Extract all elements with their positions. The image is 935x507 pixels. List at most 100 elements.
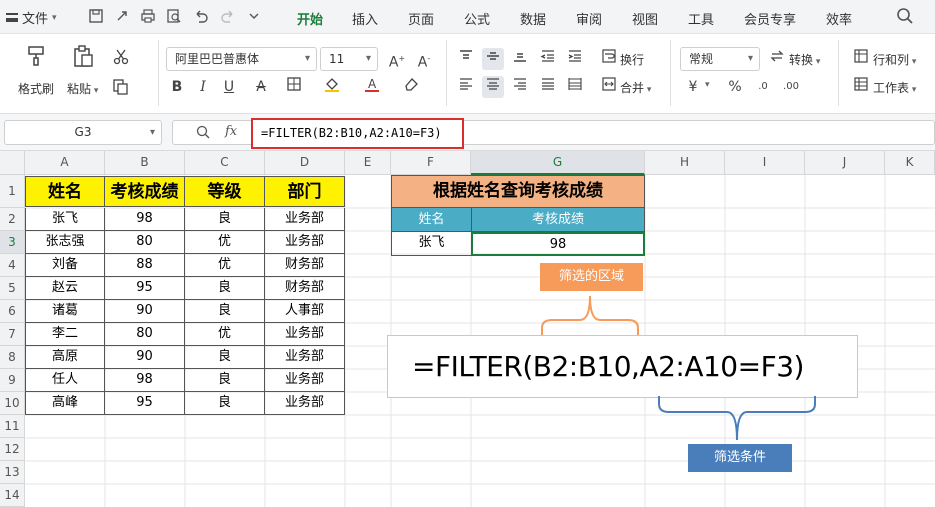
tab-insert[interactable]: 插入: [352, 9, 378, 28]
paste-icon[interactable]: [71, 44, 95, 68]
percent-icon[interactable]: %: [724, 76, 746, 98]
column-header-h[interactable]: H: [645, 151, 725, 175]
table-cell-grade[interactable]: 良: [185, 346, 265, 369]
file-menu[interactable]: 文件 ▾: [6, 8, 57, 27]
merge-button[interactable]: 合并 ▾: [620, 79, 651, 96]
lookup-score-header[interactable]: 考核成绩: [472, 208, 645, 232]
fill-color-icon[interactable]: [321, 76, 343, 98]
format-painter-icon[interactable]: [24, 44, 48, 68]
increase-indent-icon[interactable]: [564, 48, 586, 70]
align-right-icon[interactable]: [509, 76, 531, 98]
wrap-text-button[interactable]: 换行: [620, 51, 644, 68]
row-header-11[interactable]: 11: [0, 415, 25, 438]
table-cell-score[interactable]: 95: [105, 277, 185, 300]
table-cell-score[interactable]: 88: [105, 254, 185, 277]
row-header-6[interactable]: 6: [0, 300, 25, 323]
table-cell-grade[interactable]: 优: [185, 254, 265, 277]
tab-home[interactable]: 开始: [297, 9, 324, 36]
row-col-button[interactable]: 行和列 ▾: [873, 51, 916, 68]
table-cell-score[interactable]: 90: [105, 346, 185, 369]
lookup-title[interactable]: 根据姓名查询考核成绩: [391, 175, 645, 208]
row-header-9[interactable]: 9: [0, 369, 25, 392]
row-header-2[interactable]: 2: [0, 208, 25, 231]
table-cell-score[interactable]: 95: [105, 392, 185, 415]
paste-button[interactable]: 粘贴 ▾: [67, 80, 98, 97]
row-header-7[interactable]: 7: [0, 323, 25, 346]
font-size-select[interactable]: 11 ▾: [320, 47, 378, 71]
align-center-icon[interactable]: [482, 76, 504, 98]
table-cell-name[interactable]: 高原: [25, 346, 105, 369]
worksheet-button[interactable]: 工作表 ▾: [873, 79, 916, 96]
row-header-1[interactable]: 1: [0, 175, 25, 208]
table-cell-dept[interactable]: 财务部: [265, 277, 345, 300]
lookup-name-header[interactable]: 姓名: [391, 208, 472, 232]
table-cell-score[interactable]: 98: [105, 369, 185, 392]
table-cell-score[interactable]: 80: [105, 323, 185, 346]
fx-icon[interactable]: fx: [225, 124, 237, 139]
convert-icon[interactable]: [766, 48, 788, 70]
row-header-5[interactable]: 5: [0, 277, 25, 300]
number-format-select[interactable]: 常规 ▾: [680, 47, 760, 71]
merge-icon[interactable]: [598, 76, 620, 98]
distributed-align-icon[interactable]: [564, 76, 586, 98]
wrap-text-icon[interactable]: [598, 48, 620, 70]
decrease-indent-icon[interactable]: [537, 48, 559, 70]
tab-review[interactable]: 审阅: [576, 9, 602, 28]
column-header-e[interactable]: E: [345, 151, 391, 175]
quick-access-chevron-icon[interactable]: [246, 8, 262, 24]
row-header-12[interactable]: 12: [0, 438, 25, 461]
table-cell-grade[interactable]: 优: [185, 323, 265, 346]
zoom-search-icon[interactable]: [195, 124, 211, 144]
column-header-k[interactable]: K: [885, 151, 935, 175]
bold-icon[interactable]: B: [166, 76, 188, 98]
column-header-j[interactable]: J: [805, 151, 885, 175]
align-middle-icon[interactable]: [482, 48, 504, 70]
table-cell-grade[interactable]: 良: [185, 369, 265, 392]
font-name-select[interactable]: 阿里巴巴普惠体 ▾: [166, 47, 317, 71]
table-cell-grade[interactable]: 良: [185, 277, 265, 300]
row-header-3[interactable]: 3: [0, 231, 25, 254]
table-cell-dept[interactable]: 业务部: [265, 369, 345, 392]
table-cell-dept[interactable]: 业务部: [265, 208, 345, 231]
row-header-14[interactable]: 14: [0, 484, 25, 507]
cut-icon[interactable]: [110, 48, 132, 70]
tab-tools[interactable]: 工具: [688, 9, 714, 28]
tab-member[interactable]: 会员专享: [744, 9, 796, 28]
undo-icon[interactable]: [193, 8, 209, 24]
table-cell-name[interactable]: 刘备: [25, 254, 105, 277]
tab-formula[interactable]: 公式: [464, 9, 490, 28]
formula-input[interactable]: =FILTER(B2:B10,A2:A10=F3): [251, 118, 464, 149]
header-cell-name[interactable]: 姓名: [25, 176, 105, 207]
name-box[interactable]: G3 ▾: [4, 120, 162, 145]
table-cell-name[interactable]: 赵云: [25, 277, 105, 300]
table-cell-score[interactable]: 98: [105, 208, 185, 231]
table-cell-grade[interactable]: 优: [185, 231, 265, 254]
increase-decimal-icon[interactable]: .0: [752, 76, 774, 98]
table-cell-name[interactable]: 张飞: [25, 208, 105, 231]
header-cell-grade[interactable]: 等级: [185, 176, 265, 207]
borders-icon[interactable]: [283, 76, 305, 98]
font-color-icon[interactable]: A: [361, 76, 383, 98]
tab-view[interactable]: 视图: [632, 9, 658, 28]
convert-button[interactable]: 转换 ▾: [789, 51, 820, 68]
print-preview-icon[interactable]: [166, 8, 182, 24]
table-cell-grade[interactable]: 良: [185, 208, 265, 231]
increase-font-icon[interactable]: A+: [386, 48, 408, 71]
tab-efficiency[interactable]: 效率: [826, 9, 852, 28]
tab-data[interactable]: 数据: [520, 9, 546, 28]
table-cell-dept[interactable]: 业务部: [265, 231, 345, 254]
worksheet-icon[interactable]: [850, 76, 872, 98]
decrease-font-icon[interactable]: A-: [413, 48, 435, 71]
column-header-b[interactable]: B: [105, 151, 185, 175]
row-header-10[interactable]: 10: [0, 392, 25, 415]
italic-icon[interactable]: I: [192, 76, 214, 98]
header-cell-dept[interactable]: 部门: [265, 176, 345, 207]
format-painter-button[interactable]: 格式刷: [18, 80, 54, 97]
table-cell-dept[interactable]: 业务部: [265, 323, 345, 346]
header-cell-score[interactable]: 考核成绩: [105, 176, 185, 207]
export-pdf-icon[interactable]: [114, 8, 130, 24]
row-header-13[interactable]: 13: [0, 461, 25, 484]
redo-icon[interactable]: [220, 8, 236, 24]
currency-icon[interactable]: ¥: [682, 76, 704, 98]
table-cell-name[interactable]: 诸葛: [25, 300, 105, 323]
